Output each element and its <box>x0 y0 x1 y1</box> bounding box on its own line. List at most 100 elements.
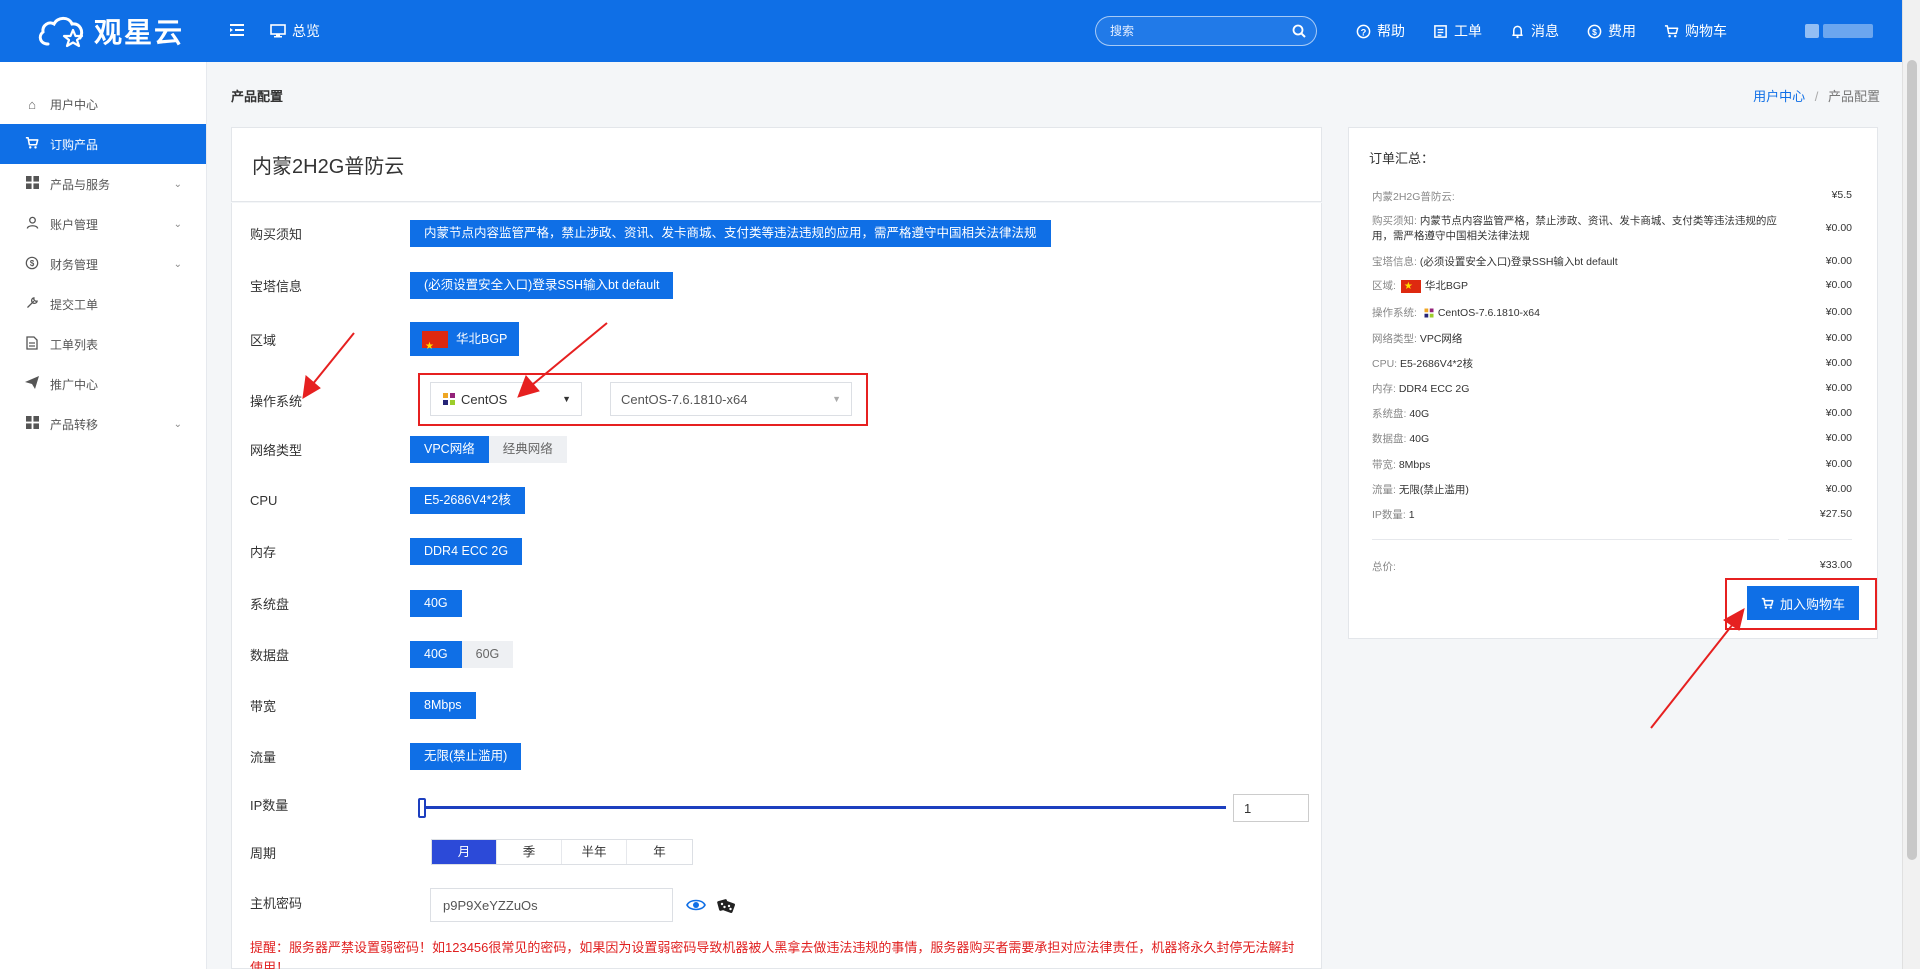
page-title: 产品配置 <box>231 89 284 104</box>
vertical-scrollbar[interactable] <box>1902 0 1920 969</box>
summary-row: IP数量: 1 ¥27.50 <box>1372 508 1852 523</box>
sidebar-item-user-center[interactable]: ⌂ 用户中心 <box>0 84 206 124</box>
config-row-os: 操作系统 <box>250 391 410 410</box>
sidebar-item-products-services[interactable]: 产品与服务 ⌄ <box>0 164 206 204</box>
bandwidth-value[interactable]: 8Mbps <box>410 692 476 719</box>
summary-divider <box>1788 539 1852 540</box>
sidebar-item-label: 推广中心 <box>50 377 99 392</box>
summary-row-price: ¥0.00 <box>1825 357 1852 369</box>
sidebar-item-label: 用户中心 <box>50 97 99 112</box>
summary-row-price: ¥0.00 <box>1825 483 1852 495</box>
summary-row-value: 8Mbps <box>1398 459 1431 471</box>
sidebar-item-ticket-list[interactable]: 工单列表 <box>0 324 206 364</box>
system-disk-value[interactable]: 40G <box>410 590 462 617</box>
top-navbar: 观星云 总览 ? 帮助 工单 消息 $ 费用 购物车 <box>0 0 1902 62</box>
cycle-option-quarter[interactable]: 季 <box>497 840 562 864</box>
summary-row: 购买须知: 内蒙节点内容监管严格，禁止涉政、资讯、发卡商城、支付类等违法违规的应… <box>1372 214 1852 244</box>
config-row-ip-count: IP数量 <box>250 795 410 814</box>
sidebar-item-order-products[interactable]: 订购产品 <box>0 124 206 164</box>
summary-row-price: ¥0.00 <box>1825 279 1852 291</box>
sidebar-item-label: 提交工单 <box>50 297 99 312</box>
sidebar-item-submit-ticket[interactable]: 提交工单 <box>0 284 206 324</box>
cycle-option-half-year[interactable]: 半年 <box>562 840 627 864</box>
bandwidth-label: 带宽 <box>250 699 277 714</box>
ip-count-slider-track[interactable] <box>422 806 1226 809</box>
summary-row: 区域: 华北BGP ¥0.00 <box>1372 279 1852 294</box>
password-label: 主机密码 <box>250 896 303 911</box>
cart-icon <box>1761 597 1774 609</box>
region-option[interactable]: 华北BGP <box>410 322 520 364</box>
logo[interactable]: 观星云 <box>0 0 210 62</box>
traffic-value[interactable]: 无限(禁止滥用) <box>410 743 522 770</box>
sidebar: ⌂ 用户中心 订购产品 产品与服务 ⌄ 账户管理 ⌄ $ 财务管理 ⌄ 提交工单… <box>0 62 207 969</box>
add-to-cart-button[interactable]: 加入购物车 <box>1747 586 1859 620</box>
summary-product-name: 内蒙2H2G普防云: <box>1372 191 1455 203</box>
panel-value[interactable]: (必须设置安全入口)登录SSH输入bt default <box>410 272 674 299</box>
summary-row-key: 宝塔信息: <box>1372 256 1417 268</box>
header-link-billing[interactable]: $ 费用 <box>1587 21 1636 41</box>
sidebar-item-finance[interactable]: $ 财务管理 ⌄ <box>0 244 206 284</box>
chevron-down-icon: ⌄ <box>173 218 182 230</box>
grid-icon <box>24 416 40 432</box>
os-family-select[interactable]: CentOS ▼ <box>430 382 582 416</box>
header-link-ticket[interactable]: 工单 <box>1433 21 1482 41</box>
breadcrumb-home-link[interactable]: 用户中心 <box>1753 89 1805 104</box>
menu-toggle-icon[interactable] <box>218 21 258 42</box>
user-menu[interactable] <box>1805 20 1885 42</box>
summary-row-text: 网络类型: VPC网络 <box>1372 332 1792 347</box>
data-disk-option-40g[interactable]: 40G <box>410 641 462 668</box>
cycle-option-year[interactable]: 年 <box>627 840 692 864</box>
monitor-icon <box>270 24 286 38</box>
summary-row-key: 数据盘: <box>1372 433 1407 445</box>
sidebar-menu: ⌂ 用户中心 订购产品 产品与服务 ⌄ 账户管理 ⌄ $ 财务管理 ⌄ 提交工单… <box>0 62 206 444</box>
ip-count-input[interactable] <box>1233 794 1309 822</box>
password-warning: 提醒：服务器严禁设置弱密码！如123456很常见的密码，如果因为设置弱密码导致机… <box>250 940 1295 969</box>
cycle-option-month[interactable]: 月 <box>432 840 497 864</box>
network-option-classic[interactable]: 经典网络 <box>488 436 567 463</box>
header-link-messages[interactable]: 消息 <box>1510 21 1559 41</box>
search-input[interactable] <box>1110 24 1292 38</box>
summary-row-price: ¥0.00 <box>1825 432 1852 444</box>
config-row-cpu: CPU E5-2686V4*2核 <box>250 487 525 514</box>
svg-text:$: $ <box>1592 26 1597 36</box>
header-link-help[interactable]: ? 帮助 <box>1356 21 1405 41</box>
scrollbar-thumb[interactable] <box>1907 60 1917 860</box>
summary-row-text: 流量: 无限(禁止滥用) <box>1372 483 1792 498</box>
os-version-value: CentOS-7.6.1810-x64 <box>621 391 748 407</box>
summary-row-text: IP数量: 1 <box>1372 508 1792 523</box>
send-icon <box>24 376 40 392</box>
nav-overview-label: 总览 <box>292 23 320 39</box>
panel-label: 宝塔信息 <box>250 279 303 294</box>
network-option-vpc[interactable]: VPC网络 <box>410 436 489 463</box>
os-version-select[interactable]: CentOS-7.6.1810-x64 ▼ <box>610 382 852 416</box>
summary-row-price: ¥0.00 <box>1825 222 1852 234</box>
header-link-label: 消息 <box>1531 23 1559 39</box>
summary-row-key: 购买须知: <box>1372 215 1417 227</box>
sidebar-item-promotion[interactable]: 推广中心 <box>0 364 206 404</box>
header-link-cart[interactable]: 购物车 <box>1664 21 1727 41</box>
data-disk-option-60g[interactable]: 60G <box>461 641 514 668</box>
sidebar-item-account[interactable]: 账户管理 ⌄ <box>0 204 206 244</box>
ticket-icon <box>1434 24 1447 38</box>
cpu-value[interactable]: E5-2686V4*2核 <box>410 487 525 514</box>
search-icon[interactable] <box>1292 24 1306 38</box>
summary-row-key: 网络类型: <box>1372 333 1417 345</box>
password-input[interactable] <box>430 888 673 922</box>
eye-icon[interactable] <box>686 895 706 915</box>
notice-value[interactable]: 内蒙节点内容监管严格，禁止涉政、资讯、发卡商城、支付类等违法违规的应用，需严格遵… <box>410 220 1051 247</box>
config-row-network: 网络类型 VPC网络 经典网络 <box>250 436 567 463</box>
summary-divider <box>1372 539 1779 540</box>
dollar-icon: $ <box>1587 24 1602 38</box>
summary-row: CPU: E5-2686V4*2核 ¥0.00 <box>1372 357 1852 372</box>
summary-row-total: 总价: ¥33.00 <box>1372 559 1852 574</box>
sidebar-item-product-transfer[interactable]: 产品转移 ⌄ <box>0 404 206 444</box>
grid-icon <box>24 176 40 192</box>
summary-row-value: 40G <box>1409 433 1430 445</box>
document-icon <box>24 335 40 353</box>
dice-icon[interactable] <box>716 895 736 915</box>
config-row-bandwidth: 带宽 8Mbps <box>250 692 476 719</box>
summary-row-value: 华北BGP <box>1424 280 1469 292</box>
memory-value[interactable]: DDR4 ECC 2G <box>410 538 523 565</box>
nav-overview[interactable]: 总览 <box>270 21 320 41</box>
ip-count-slider-handle[interactable] <box>418 798 426 818</box>
